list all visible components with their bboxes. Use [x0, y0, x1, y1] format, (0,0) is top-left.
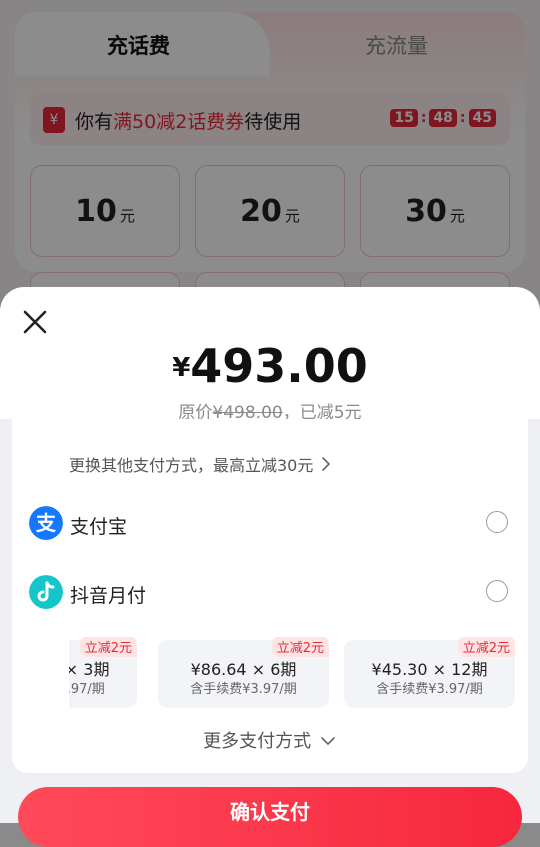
payment-option-alipay[interactable]: 支 支付宝: [12, 501, 528, 545]
confirm-pay-button[interactable]: 确认支付: [18, 787, 522, 847]
close-icon: [23, 310, 47, 334]
more-payment-text: 更多支付方式: [203, 731, 312, 752]
switch-payment-text: 更换其他支付方式，最高立减30元: [69, 456, 314, 475]
installment-carousel[interactable]: 立减2元 ¥165.99 × 3期 含手续费¥3.97/期 立减2元 ¥86.6…: [69, 637, 519, 711]
payment-option-douyin-pay[interactable]: 抖音月付: [12, 570, 528, 614]
payment-option-label: 抖音月付: [70, 585, 147, 607]
switch-payment-link[interactable]: 更换其他支付方式，最高立减30元: [69, 452, 335, 476]
douyin-icon: [29, 575, 63, 609]
price-value: 493.00: [190, 339, 368, 393]
more-payment-methods[interactable]: 更多支付方式: [12, 727, 528, 753]
alipay-icon: 支: [29, 506, 63, 540]
installment-amount: ¥86.64 × 6期: [190, 660, 297, 679]
discount-badge: 立减2元: [79, 637, 137, 657]
installment-amount: ¥45.30 × 12期: [371, 660, 488, 679]
payment-methods-card: 更换其他支付方式，最高立减30元 支 支付宝 抖音月付 立减2元 × 3期 97…: [12, 419, 528, 773]
radio-douyin-pay[interactable]: [486, 580, 508, 602]
pay-amount: ¥493.00: [0, 339, 540, 393]
installment-fee: 含手续费¥3.97/期: [376, 682, 483, 697]
currency-symbol: ¥: [172, 353, 191, 383]
installment-option-3[interactable]: 立减2元 ¥165.99 × 3期 含手续费¥3.97/期: [69, 637, 137, 708]
installment-option-6[interactable]: 立减2元 ¥86.64 × 6期 含手续费¥3.97/期: [158, 637, 329, 708]
payment-sheet: ¥493.00 原价¥498.00，已减5元 更换其他支付方式，最高立减30元 …: [0, 287, 540, 847]
chevron-down-icon: [321, 737, 335, 745]
installment-amount: ¥165.99 × 3期: [69, 660, 110, 679]
installment-option-12[interactable]: 立减2元 ¥45.30 × 12期 含手续费¥3.97/期: [344, 637, 515, 708]
radio-alipay[interactable]: [486, 511, 508, 533]
close-button[interactable]: [20, 307, 50, 337]
installment-fee: 含手续费¥3.97/期: [69, 682, 105, 697]
payment-methods-area: 更换其他支付方式，最高立减30元 支 支付宝 抖音月付 立减2元 × 3期 97…: [0, 419, 540, 847]
svg-text:支: 支: [36, 511, 57, 535]
discount-badge: 立减2元: [271, 637, 329, 657]
discount-badge: 立减2元: [457, 637, 515, 657]
chevron-right-icon: [322, 457, 331, 471]
installment-fee: 含手续费¥3.97/期: [190, 682, 297, 697]
payment-option-label: 支付宝: [70, 516, 128, 538]
